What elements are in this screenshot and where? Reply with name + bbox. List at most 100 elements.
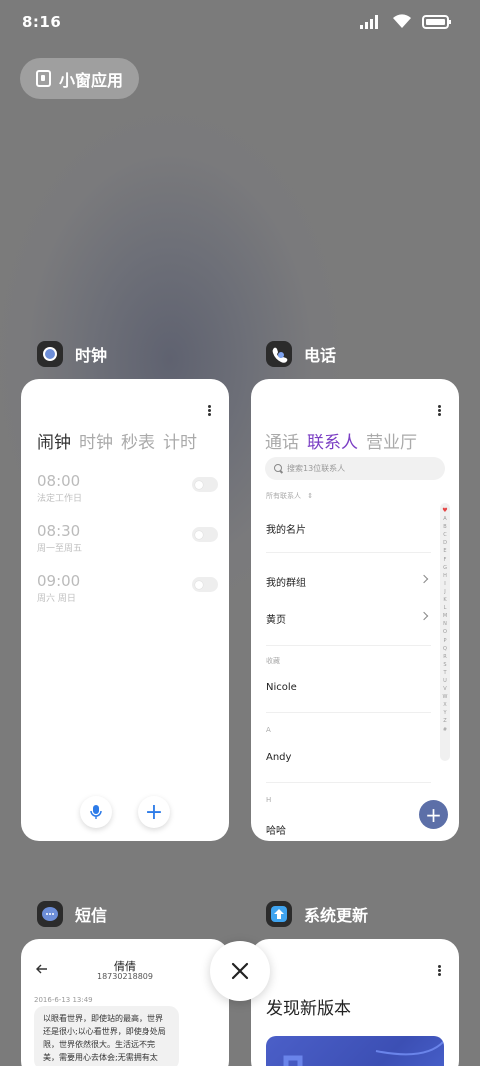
index-letter[interactable]: D xyxy=(443,539,447,547)
alarm-item[interactable]: 08:30 周一至周五 xyxy=(37,522,218,554)
mini-window-icon xyxy=(36,70,51,87)
alarm-repeat: 周六 周日 xyxy=(37,594,76,604)
alarm-toggle[interactable] xyxy=(192,577,218,592)
my-groups-row[interactable]: 我的群组 xyxy=(266,574,306,589)
tab-alarm[interactable]: 闹钟 xyxy=(37,428,71,453)
yellow-pages-row[interactable]: 黄页 xyxy=(266,611,286,626)
signal-icon xyxy=(360,14,378,29)
alarm-toggle[interactable] xyxy=(192,527,218,542)
index-letter[interactable]: H xyxy=(443,572,447,580)
alarm-repeat: 周一至周五 xyxy=(37,544,83,554)
clock-app-name: 时钟 xyxy=(75,346,108,365)
more-options-icon[interactable] xyxy=(438,965,441,976)
alphabet-index-bar[interactable]: ♥ A B C D E F G H I J K L M N O P Q R S T U V W X Y Z # xyxy=(440,503,450,761)
mini-window-button[interactable]: 小窗应用 xyxy=(20,58,139,99)
update-banner-graphic xyxy=(283,1040,444,1066)
index-letter[interactable]: # xyxy=(443,726,447,734)
divider xyxy=(266,645,431,646)
system-update-app-header[interactable]: 系统更新 xyxy=(266,901,368,927)
tab-service-hall[interactable]: 营业厅 xyxy=(366,428,417,453)
index-letter[interactable]: V xyxy=(443,685,446,693)
alarm-time: 09:00 xyxy=(37,572,81,590)
alarm-item[interactable]: 08:00 法定工作日 xyxy=(37,472,218,504)
section-header-a: A xyxy=(266,726,271,734)
more-options-icon[interactable] xyxy=(438,405,441,416)
index-letter[interactable]: A xyxy=(443,515,446,523)
plus-icon: + xyxy=(144,799,164,825)
tab-contacts[interactable]: 联系人 xyxy=(307,428,358,453)
contact-row[interactable]: Andy xyxy=(266,752,291,763)
messages-app-name: 短信 xyxy=(75,906,108,925)
index-letter[interactable]: Y xyxy=(443,709,446,717)
close-icon xyxy=(231,962,249,980)
tab-calls[interactable]: 通话 xyxy=(265,428,299,453)
search-placeholder: 搜索13位联系人 xyxy=(287,464,346,473)
chevron-right-icon xyxy=(419,574,429,584)
clock-app-header[interactable]: 时钟 xyxy=(37,341,107,367)
section-header-h: H xyxy=(266,796,272,804)
clock-app-icon xyxy=(37,341,63,367)
index-letter[interactable]: R xyxy=(443,653,446,661)
phone-app-name: 电话 xyxy=(304,346,337,365)
messages-app-header[interactable]: 短信 xyxy=(37,901,107,927)
messages-app-card[interactable]: 倩倩 18730218809 2016-6-13 13:49 以眼看世界，即使站… xyxy=(21,939,229,1066)
tab-clock[interactable]: 时钟 xyxy=(79,428,113,453)
index-letter[interactable]: T xyxy=(443,669,446,677)
index-letter[interactable]: F xyxy=(444,556,447,564)
index-letter[interactable]: P xyxy=(443,637,446,645)
voice-alarm-button[interactable] xyxy=(80,796,112,828)
contact-search-input[interactable]: 搜索13位联系人 xyxy=(265,457,445,480)
status-time: 8:16 xyxy=(22,13,62,31)
system-update-app-icon xyxy=(266,901,292,927)
message-date: 2016-6-13 13:49 xyxy=(34,996,93,1004)
phone-app-card[interactable]: 通话 联系人 营业厅 搜索13位联系人 所有联系人 ⇕ 我的名片 我的群组 黄页… xyxy=(251,379,459,841)
index-letter[interactable]: K xyxy=(443,596,446,604)
close-all-button[interactable] xyxy=(210,941,270,1001)
contact-row[interactable]: 哈哈 xyxy=(266,822,286,837)
add-alarm-button[interactable]: + xyxy=(138,796,170,828)
phone-tabs: 通话 联系人 营业厅 xyxy=(265,428,417,453)
add-contact-button[interactable]: + xyxy=(419,800,448,829)
contact-filter[interactable]: 所有联系人 ⇕ xyxy=(266,491,313,501)
tab-timer[interactable]: 计时 xyxy=(163,428,197,453)
index-letter[interactable]: I xyxy=(444,580,445,588)
mini-window-label: 小窗应用 xyxy=(59,70,124,90)
index-letter[interactable]: C xyxy=(443,531,447,539)
alarm-toggle[interactable] xyxy=(192,477,218,492)
contact-row[interactable]: Nicole xyxy=(266,682,297,693)
sort-icon: ⇕ xyxy=(307,492,314,500)
index-letter[interactable]: S xyxy=(443,661,446,669)
index-letter[interactable]: Q xyxy=(443,645,447,653)
microphone-icon xyxy=(90,805,102,819)
plus-icon: + xyxy=(425,802,442,827)
index-letter[interactable]: N xyxy=(443,620,447,628)
index-letter[interactable]: G xyxy=(443,564,447,572)
index-letter[interactable]: J xyxy=(444,588,445,596)
conversation-contact-number: 18730218809 xyxy=(97,972,153,981)
system-update-app-card[interactable]: 发现新版本 xyxy=(251,939,459,1066)
index-letter[interactable]: W xyxy=(443,693,448,701)
wifi-icon xyxy=(393,14,411,28)
message-bubble[interactable]: 以眼看世界，即使站的最高，世界还是很小;以心看世界，即使身处局限，世界依然很大。… xyxy=(34,1006,179,1066)
divider xyxy=(266,782,431,783)
index-letter[interactable]: X xyxy=(443,701,446,709)
my-card-row[interactable]: 我的名片 xyxy=(266,521,306,536)
index-letter[interactable]: B xyxy=(443,523,446,531)
clock-app-card[interactable]: 闹钟 时钟 秒表 计时 08:00 法定工作日 08:30 周一至周五 09:0… xyxy=(21,379,229,841)
chevron-right-icon xyxy=(419,611,429,621)
status-bar: 8:16 xyxy=(0,0,480,46)
index-letter[interactable]: Z xyxy=(443,717,446,725)
more-options-icon[interactable] xyxy=(208,405,211,416)
favorites-header: 收藏 xyxy=(266,657,280,665)
index-letter[interactable]: U xyxy=(443,677,447,685)
index-letter[interactable]: O xyxy=(443,628,447,636)
messages-app-icon xyxy=(37,901,63,927)
phone-app-header[interactable]: 电话 xyxy=(266,341,336,367)
search-icon xyxy=(274,464,282,472)
tab-stopwatch[interactable]: 秒表 xyxy=(121,428,155,453)
alarm-item[interactable]: 09:00 周六 周日 xyxy=(37,572,218,604)
index-letter[interactable]: L xyxy=(444,604,447,612)
index-letter[interactable]: M xyxy=(443,612,447,620)
index-letter[interactable]: E xyxy=(443,547,446,555)
divider xyxy=(266,712,431,713)
